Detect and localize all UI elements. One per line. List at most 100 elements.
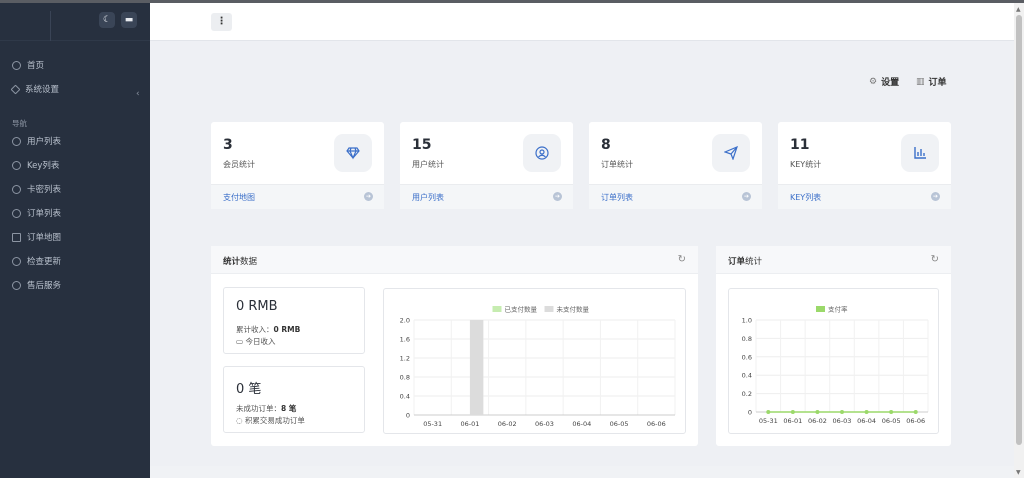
- sidebar-header: ☾ ▬: [0, 3, 150, 41]
- orders-link[interactable]: ▥ 订单: [916, 75, 947, 89]
- stat-card-members: 3 会员统计 支付地图 ➔: [211, 122, 384, 209]
- orders-label: 订单: [928, 78, 947, 88]
- arrow-right-icon[interactable]: ➔: [931, 192, 940, 201]
- sidebar-section-label: 导航: [12, 119, 27, 128]
- stat-label: 会员统计: [223, 160, 255, 169]
- y-tick-label: 0.4: [400, 393, 410, 401]
- y-tick-label: 0.8: [400, 374, 410, 382]
- data-point: [815, 410, 820, 414]
- data-point: [790, 410, 795, 414]
- payment-rate-chart: 支付率 0 0.2 0.4 0.6 0.8 1.0 05-31 06-01 06-02 06-03 0…: [728, 288, 939, 434]
- sidebar-item-label: 订单列表: [27, 209, 62, 219]
- legend-label: 未支付数量: [557, 305, 590, 314]
- data-point: [889, 410, 894, 414]
- user-circle-icon: [523, 134, 561, 172]
- stat-value: 15: [412, 137, 432, 153]
- arrow-right-icon[interactable]: ➔: [553, 192, 562, 201]
- footer-strip: [150, 466, 1014, 478]
- stat-label: KEY统计: [790, 160, 822, 169]
- x-tick-label: 05-31: [423, 420, 442, 428]
- income-stat-box: 0 RMB 累计收入：0 RMB ▭ 今日收入: [223, 287, 365, 354]
- scroll-up-arrow[interactable]: ▲: [1016, 6, 1021, 13]
- card-link[interactable]: KEY列表: [790, 192, 821, 203]
- scroll-down-arrow[interactable]: ▼: [1016, 469, 1021, 476]
- orders-bar-chart: 已支付数量 未支付数量 0 0.4 0.8 1.2 1.6 2.0 05-31 06-01 06-0…: [383, 288, 686, 434]
- today-income-line: ▭ 今日收入: [236, 337, 276, 346]
- y-tick-label: 1.2: [400, 355, 410, 363]
- sidebar-item-label: Key列表: [27, 161, 60, 171]
- stat-value: 3: [223, 137, 233, 153]
- sidebar-item-settings[interactable]: 系统设置: [10, 82, 59, 96]
- card-link[interactable]: 订单列表: [601, 192, 633, 203]
- sidebar-item-home[interactable]: 首页: [12, 58, 44, 72]
- card-link[interactable]: 用户列表: [412, 192, 444, 203]
- card-footer[interactable]: 支付地图 ➔: [211, 184, 384, 209]
- card-footer[interactable]: 用户列表 ➔: [400, 184, 573, 209]
- sidebar-item-label: 用户列表: [27, 137, 62, 147]
- card-footer[interactable]: 订单列表 ➔: [589, 184, 762, 209]
- sidebar-item-label: 订单地图: [27, 233, 62, 243]
- y-tick-label: 1.6: [400, 336, 410, 344]
- moon-icon[interactable]: ☾: [99, 12, 115, 28]
- x-tick-label: 06-01: [460, 420, 479, 428]
- line-chart-svg: 支付率 0 0.2 0.4 0.6 0.8 1.0 05-31 06-01 06-02 06-03 0…: [742, 305, 929, 425]
- stat-value: 8: [601, 137, 611, 153]
- refresh-icon[interactable]: ↻: [931, 254, 939, 265]
- sidebar-item-label: 首页: [27, 61, 45, 71]
- more-menu-button[interactable]: ⋮: [211, 13, 232, 31]
- y-tick-label: 0.6: [742, 353, 752, 361]
- card-icon: [12, 184, 21, 194]
- sidebar-item-cards[interactable]: 卡密列表: [12, 182, 61, 196]
- sidebar-item-users[interactable]: 用户列表: [12, 134, 61, 148]
- data-point: [766, 410, 771, 414]
- x-tick-label: 06-01: [783, 417, 802, 425]
- sidebar-item-after-sales[interactable]: 售后服务: [12, 278, 61, 292]
- refresh-icon[interactable]: ↻: [678, 254, 686, 265]
- chart-icon: [901, 134, 939, 172]
- y-tick-label: 1.0: [742, 317, 752, 325]
- sidebar: ☾ ▬ 首页 系统设置 ‹ 导航 用户列表 Key列表 卡密列表 订单列表 订单…: [0, 3, 150, 478]
- sidebar-item-check-update[interactable]: 检查更新: [12, 254, 61, 268]
- arrow-right-icon[interactable]: ➔: [742, 192, 751, 201]
- x-tick-label: 06-02: [498, 420, 517, 428]
- data-point: [864, 410, 869, 414]
- card-link[interactable]: 支付地图: [223, 192, 255, 203]
- settings-link[interactable]: ⚙ 设置: [869, 75, 900, 89]
- sidebar-item-orders[interactable]: 订单列表: [12, 206, 61, 220]
- brush-icon[interactable]: ▬: [121, 12, 137, 28]
- y-tick-label: 0.4: [742, 372, 752, 380]
- legend-label: 支付率: [828, 305, 848, 314]
- arrow-right-icon[interactable]: ➔: [364, 192, 373, 201]
- gear-icon: ⚙: [869, 76, 878, 87]
- sidebar-item-keys[interactable]: Key列表: [12, 158, 59, 172]
- heart-icon: [12, 208, 21, 218]
- orders-value: 0 笔: [236, 382, 262, 397]
- settings-label: 设置: [881, 78, 900, 88]
- data-point: [840, 410, 844, 414]
- bar-chart-svg: 已支付数量 未支付数量 0 0.4 0.8 1.2 1.6 2.0 05-31 06-01 06-0…: [400, 305, 676, 428]
- chat-icon: [12, 280, 21, 290]
- card-footer[interactable]: KEY列表 ➔: [778, 184, 951, 209]
- stat-value: 11: [790, 137, 810, 153]
- y-tick-label: 0.2: [742, 390, 752, 398]
- stat-label: 用户统计: [412, 160, 444, 169]
- panel-title: 统计数据: [223, 257, 258, 267]
- x-tick-label: 06-05: [882, 417, 901, 425]
- stat-label: 订单统计: [601, 160, 633, 169]
- sidebar-item-label: 卡密列表: [27, 185, 62, 195]
- sidebar-item-label: 售后服务: [27, 281, 62, 291]
- users-icon: [12, 136, 21, 146]
- x-tick-label: 05-31: [759, 417, 778, 425]
- x-tick-label: 06-04: [572, 420, 591, 428]
- legend-label: 已支付数量: [505, 305, 538, 314]
- chevron-left-icon[interactable]: ‹: [136, 89, 140, 99]
- x-tick-label: 06-03: [833, 417, 852, 425]
- y-tick-label: 0.8: [742, 335, 752, 343]
- data-point: [913, 410, 918, 414]
- legend-swatch: [544, 306, 554, 312]
- sidebar-item-order-map[interactable]: 订单地图: [12, 230, 61, 244]
- legend-swatch: [492, 306, 502, 312]
- scrollbar[interactable]: ▲ ▼: [1014, 3, 1024, 478]
- y-tick-label: 0: [406, 412, 410, 420]
- scrollbar-thumb[interactable]: [1016, 15, 1022, 445]
